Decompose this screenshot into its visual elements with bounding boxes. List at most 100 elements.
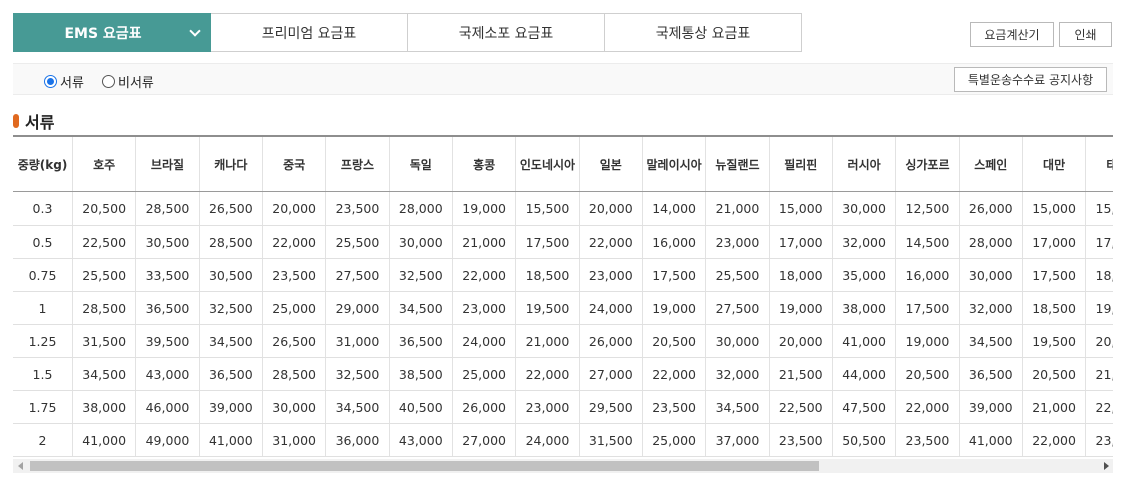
rate-cell: 34,500 (72, 357, 137, 391)
rate-cell: 38,500 (389, 357, 453, 391)
rate-cell: 30,500 (135, 225, 200, 259)
tab-international-parcel[interactable]: 국제소포 요금표 (408, 13, 605, 52)
rate-cell: 18,500 (1085, 258, 1113, 292)
tab-premium-label: 프리미엄 요금표 (261, 25, 357, 42)
country-column-header: 브라질 (135, 135, 200, 192)
rate-cell: 39,000 (199, 390, 263, 424)
rate-cell: 20,500 (895, 357, 960, 391)
rate-cell: 30,000 (262, 390, 327, 424)
rate-cell: 18,000 (769, 258, 833, 292)
rate-cell: 23,500 (642, 390, 707, 424)
scroll-left-arrow-icon[interactable] (13, 459, 27, 473)
radio-checked-icon[interactable] (44, 75, 57, 88)
weight-cell: 0.75 (13, 258, 73, 292)
rate-cell: 28,500 (262, 357, 327, 391)
rate-cell: 22,500 (769, 390, 833, 424)
rate-table: 중량(kg) 호주 브라질 캐나다 중국 프랑스 독일 홍콩 인도네시아 일본 말레이시아 뉴질랜드 필… (13, 135, 1113, 457)
rate-cell: 23,500 (325, 191, 390, 226)
horizontal-scrollbar[interactable] (13, 459, 1113, 473)
rate-cell: 29,000 (325, 291, 390, 325)
rate-cell: 27,500 (705, 291, 770, 325)
rate-cell: 32,500 (389, 258, 453, 292)
rate-cell: 30,000 (705, 324, 770, 358)
rate-cell: 23,500 (769, 423, 833, 457)
rate-cell: 41,000 (72, 423, 137, 457)
rate-cell: 21,000 (452, 225, 517, 259)
table-row: 2 41,000 49,000 41,000 31,000 36,000 43,000 27,… (13, 423, 1113, 457)
rate-cell: 46,000 (135, 390, 200, 424)
country-column-header: 일본 (579, 135, 643, 192)
chevron-down-icon (189, 25, 201, 37)
rate-cell: 31,500 (579, 423, 643, 457)
rate-cell: 18,500 (515, 258, 580, 292)
radio-document[interactable]: 서류 (44, 72, 84, 91)
rate-cell: 16,000 (895, 258, 960, 292)
rate-cell: 25,500 (325, 225, 390, 259)
rate-cell: 24,000 (452, 324, 517, 358)
rate-cell: 30,000 (959, 258, 1023, 292)
rate-cell: 36,500 (389, 324, 453, 358)
tab-international-letter[interactable]: 국제통상 요금표 (605, 13, 802, 52)
rate-cell: 22,000 (1022, 423, 1087, 457)
radio-non-document[interactable]: 비서류 (102, 72, 154, 91)
rate-cell: 17,500 (515, 225, 580, 259)
tab-ems-dropdown[interactable]: EMS 요금표 (13, 13, 211, 52)
scroll-right-arrow-icon[interactable] (1099, 459, 1113, 473)
rate-cell: 21,500 (1085, 357, 1113, 391)
country-column-header: 홍콩 (452, 135, 517, 192)
rate-cell: 23,000 (579, 258, 643, 292)
rate-cell: 26,000 (579, 324, 643, 358)
country-column-header: 독일 (389, 135, 453, 192)
country-column-header: 중국 (262, 135, 327, 192)
special-fee-notice-button[interactable]: 특별운송수수료 공지사항 (954, 67, 1107, 92)
section-marker-icon (13, 114, 19, 128)
table-row: 1 28,500 36,500 32,500 25,000 29,000 34,500 23,… (13, 291, 1113, 325)
rate-cell: 17,500 (895, 291, 960, 325)
rate-cell: 17,000 (769, 225, 833, 259)
country-column-header: 뉴질랜드 (705, 135, 770, 192)
table-row: 1.5 34,500 43,000 36,500 28,500 32,500 38,500 2… (13, 357, 1113, 391)
rate-cell: 43,000 (389, 423, 453, 457)
rate-cell: 20,500 (72, 191, 137, 226)
country-column-header: 러시아 (832, 135, 897, 192)
rate-cell: 25,000 (262, 291, 327, 325)
rate-cell: 32,000 (705, 357, 770, 391)
rate-cell: 40,500 (389, 390, 453, 424)
rate-cell: 38,000 (832, 291, 897, 325)
country-column-header: 캐나다 (199, 135, 263, 192)
rate-cell: 27,000 (452, 423, 517, 457)
rate-cell: 41,000 (832, 324, 897, 358)
radio-unchecked-icon[interactable] (102, 75, 115, 88)
rate-cell: 31,000 (262, 423, 327, 457)
rate-cell: 14,500 (895, 225, 960, 259)
rate-cell: 21,000 (1022, 390, 1087, 424)
tab-international-parcel-label: 국제소포 요금표 (458, 25, 554, 42)
rate-cell: 20,000 (579, 191, 643, 226)
rate-cell: 22,000 (262, 225, 327, 259)
rate-cell: 34,500 (199, 324, 263, 358)
section-heading: 서류 (13, 109, 54, 133)
rate-cell: 15,500 (515, 191, 580, 226)
rate-cell: 23,500 (895, 423, 960, 457)
rate-cell: 36,500 (135, 291, 200, 325)
country-column-header: 말레이시아 (642, 135, 707, 192)
rate-cell: 19,000 (642, 291, 707, 325)
rate-cell: 24,000 (579, 291, 643, 325)
rate-cell: 39,000 (959, 390, 1023, 424)
rate-cell: 26,000 (452, 390, 517, 424)
rate-cell: 31,500 (72, 324, 137, 358)
section-title: 서류 (25, 113, 55, 132)
rate-cell: 37,000 (705, 423, 770, 457)
rate-cell: 16,000 (642, 225, 707, 259)
rate-calculator-button[interactable]: 요금계산기 (970, 22, 1054, 47)
table-row: 0.75 25,500 33,500 30,500 23,500 27,500 32,500… (13, 258, 1113, 292)
scrollbar-thumb[interactable] (30, 461, 819, 471)
rate-cell: 22,500 (1085, 390, 1113, 424)
item-type-options: 서류 비서류 특별운송수수료 공지사항 (13, 63, 1113, 95)
print-button[interactable]: 인쇄 (1059, 22, 1112, 47)
tab-premium[interactable]: 프리미엄 요금표 (211, 13, 408, 52)
rate-cell: 22,000 (515, 357, 580, 391)
rate-cell: 38,000 (72, 390, 137, 424)
rate-cell: 23,000 (515, 390, 580, 424)
rate-cell: 41,000 (199, 423, 263, 457)
